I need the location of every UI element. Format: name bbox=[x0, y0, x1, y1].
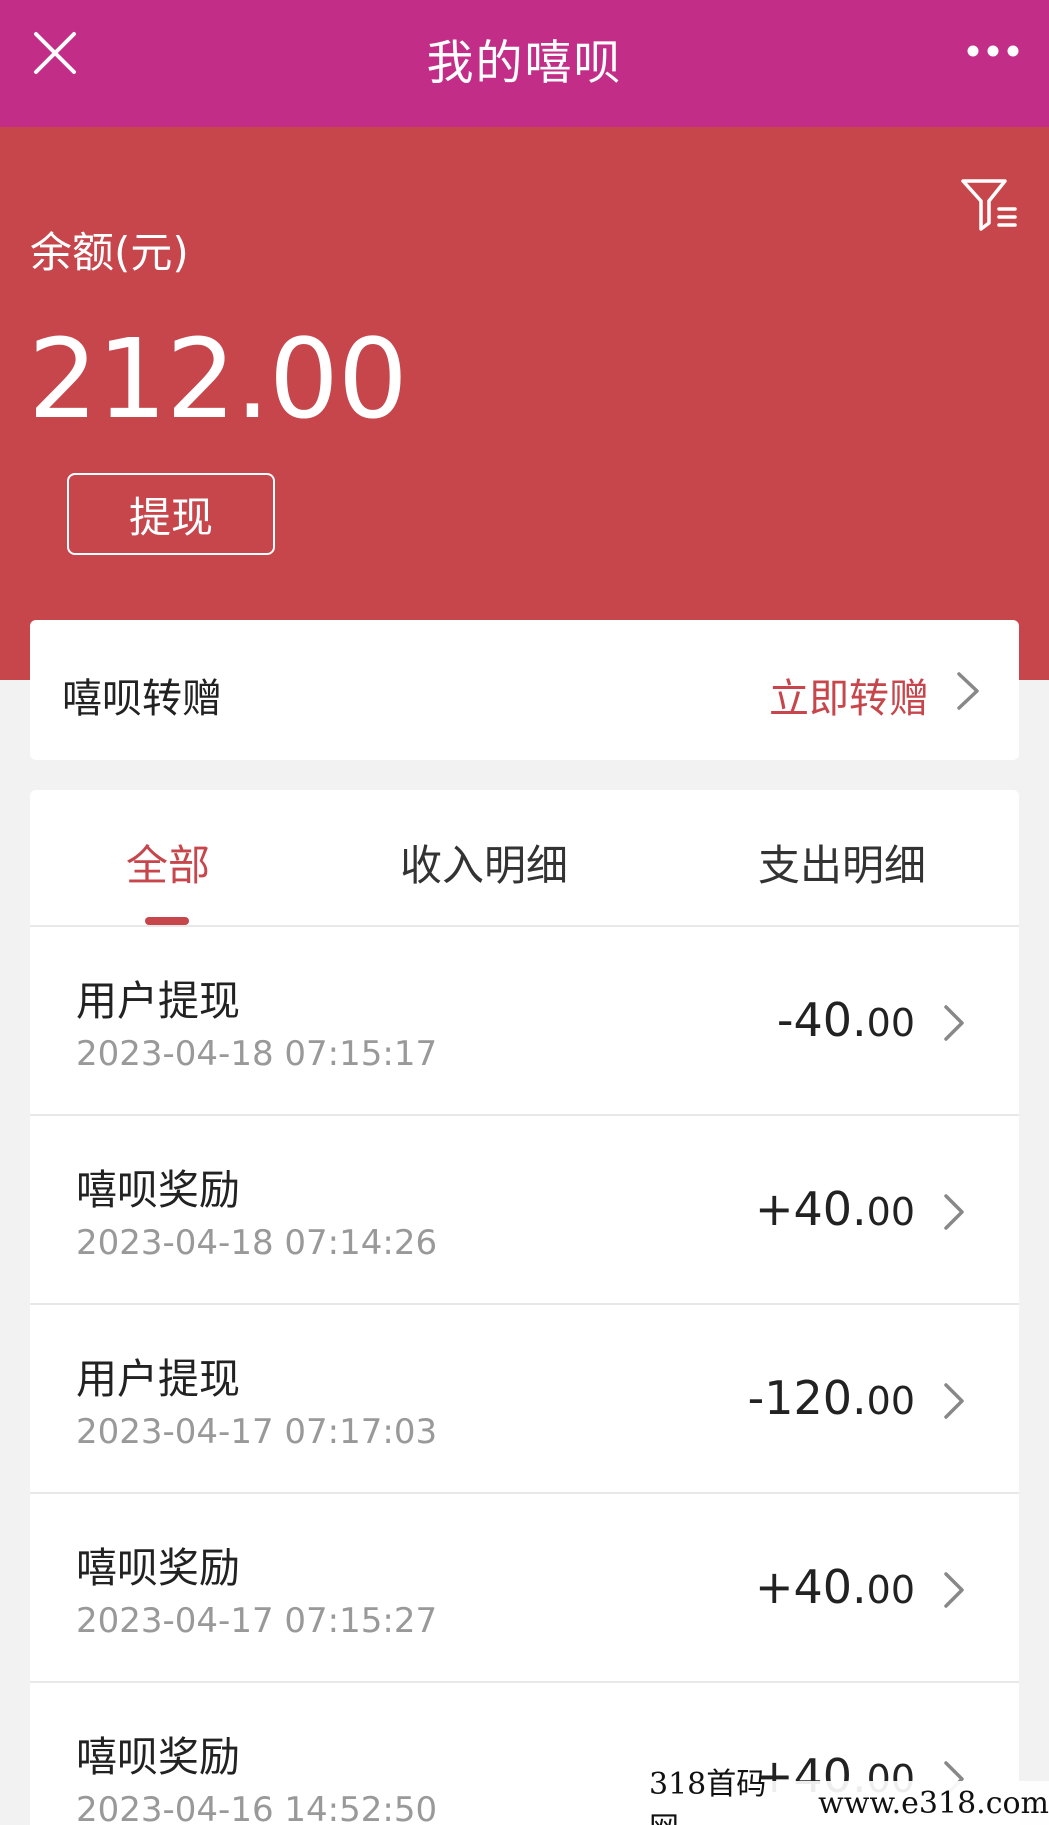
watermark: 318首码网 www.e318.com bbox=[649, 1767, 1049, 1825]
balance-label: 余额(元) bbox=[30, 228, 189, 277]
records-card: 全部 收入明细 支出明细 用户提现 2023-04-18 07:15:17 -4… bbox=[30, 790, 1019, 1825]
record-time: 2023-04-16 14:52:50 bbox=[76, 1790, 438, 1825]
record-title: 嘻呗奖励 bbox=[76, 1733, 240, 1781]
amount-decimal: 00 bbox=[866, 1379, 915, 1423]
record-title: 嘻呗奖励 bbox=[76, 1166, 240, 1214]
balance-panel: 余额(元) 212.00 提现 bbox=[0, 127, 1049, 680]
record-amount: +40.00 bbox=[755, 1182, 915, 1236]
record-tabs: 全部 收入明细 支出明细 bbox=[30, 790, 1019, 927]
chevron-right-icon bbox=[944, 1194, 964, 1230]
tab-income[interactable]: 收入明细 bbox=[400, 832, 568, 893]
record-title: 用户提现 bbox=[76, 977, 240, 1025]
transfer-card[interactable]: 嘻呗转赠 立即转赠 bbox=[30, 620, 1019, 760]
record-amount: -120.00 bbox=[748, 1371, 915, 1425]
chevron-right-icon bbox=[944, 1383, 964, 1419]
list-item[interactable]: 用户提现 2023-04-17 07:17:03 -120.00 bbox=[30, 1305, 1019, 1494]
withdraw-button[interactable]: 提现 bbox=[67, 473, 275, 555]
amount-integer: -40. bbox=[776, 993, 867, 1047]
page-title: 我的嘻呗 bbox=[426, 36, 623, 91]
record-title: 用户提现 bbox=[76, 1355, 240, 1403]
chevron-right-icon bbox=[944, 1572, 964, 1608]
transfer-now-link[interactable]: 立即转赠 bbox=[769, 666, 929, 724]
record-amount: +40.00 bbox=[755, 1560, 915, 1614]
amount-decimal: 00 bbox=[866, 1190, 915, 1234]
top-bar: 我的嘻呗 bbox=[0, 0, 1049, 127]
balance-value: 212.00 bbox=[28, 315, 408, 443]
filter-icon[interactable] bbox=[959, 177, 1019, 233]
tab-expense[interactable]: 支出明细 bbox=[758, 832, 926, 893]
list-item[interactable]: 嘻呗奖励 2023-04-17 07:15:27 +40.00 bbox=[30, 1494, 1019, 1683]
amount-decimal: 00 bbox=[866, 1568, 915, 1612]
amount-integer: -120. bbox=[747, 1371, 867, 1425]
record-time: 2023-04-17 07:15:27 bbox=[76, 1601, 438, 1641]
amount-integer: +40. bbox=[754, 1560, 867, 1614]
more-icon[interactable] bbox=[965, 38, 1021, 64]
list-item[interactable]: 用户提现 2023-04-18 07:15:17 -40.00 bbox=[30, 927, 1019, 1116]
tab-all[interactable]: 全部 bbox=[126, 832, 210, 893]
chevron-right-icon bbox=[957, 672, 979, 710]
amount-integer: +40. bbox=[754, 1182, 867, 1236]
record-time: 2023-04-18 07:14:26 bbox=[76, 1223, 438, 1263]
list-item[interactable]: 嘻呗奖励 2023-04-18 07:14:26 +40.00 bbox=[30, 1116, 1019, 1305]
watermark-url: www.e318.com bbox=[818, 1785, 1049, 1821]
record-time: 2023-04-17 07:17:03 bbox=[76, 1412, 438, 1452]
record-title: 嘻呗奖励 bbox=[76, 1544, 240, 1592]
record-time: 2023-04-18 07:15:17 bbox=[76, 1034, 438, 1074]
amount-decimal: 00 bbox=[866, 1001, 915, 1045]
watermark-site-name: 318首码网 bbox=[649, 1767, 767, 1825]
active-tab-indicator bbox=[145, 917, 189, 925]
record-amount: -40.00 bbox=[777, 993, 915, 1047]
chevron-right-icon bbox=[944, 1005, 964, 1041]
transfer-label: 嘻呗转赠 bbox=[62, 676, 222, 722]
